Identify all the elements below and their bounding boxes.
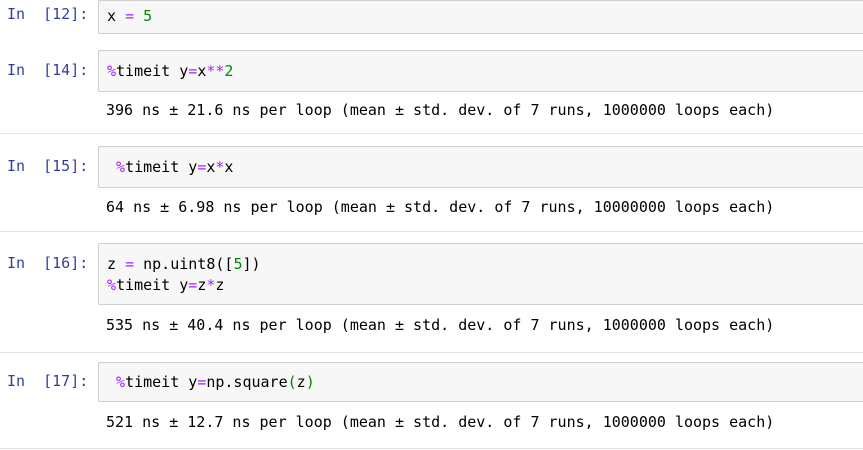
output-text: 396 ns ± 21.6 ns per loop (mean ± std. d…	[106, 101, 775, 119]
code-token: %	[107, 276, 117, 294]
code-token: =	[188, 276, 198, 294]
code-line: x = 5	[107, 6, 152, 26]
code-token: x	[107, 7, 126, 25]
input-prompt: In [17]:	[7, 372, 89, 390]
code-line: %timeit y=z*z	[107, 275, 224, 295]
code-token: )	[305, 373, 315, 391]
code-token: %	[116, 373, 126, 391]
output-text: 64 ns ± 6.98 ns per loop (mean ± std. de…	[106, 198, 775, 216]
code-token: =	[125, 7, 135, 25]
input-prompt: In [15]:	[7, 157, 89, 175]
code-token: =	[188, 62, 198, 80]
code-token: np.uint8([	[134, 255, 234, 273]
cell-divider	[0, 231, 863, 232]
code-token: timeit y	[125, 158, 198, 176]
code-token: z	[107, 255, 126, 273]
code-token: (	[287, 373, 297, 391]
input-prompt: In [16]:	[7, 254, 89, 272]
code-token: np.square	[206, 373, 288, 391]
code-token: %	[107, 62, 117, 80]
code-token: ])	[242, 255, 261, 273]
cell-divider	[0, 448, 863, 449]
code-input-area[interactable]: z = np.uint8([5]) %timeit y=z*z	[98, 243, 863, 305]
input-prompt: In [12]:	[7, 5, 89, 23]
code-line: %timeit y=x*x	[107, 157, 233, 177]
code-token: 2	[224, 62, 234, 80]
code-input-area[interactable]: x = 5	[98, 0, 863, 34]
code-token: x	[197, 62, 207, 80]
cell-divider	[0, 352, 863, 353]
code-input-area[interactable]: %timeit y=np.square(z)	[98, 362, 863, 402]
output-text: 521 ns ± 12.7 ns per loop (mean ± std. d…	[106, 413, 775, 431]
cell-divider	[0, 133, 863, 134]
code-token: timeit y	[116, 62, 189, 80]
code-token: timeit y	[116, 276, 189, 294]
code-token: x	[224, 158, 234, 176]
code-line: %timeit y=np.square(z)	[107, 372, 315, 392]
code-token: **	[206, 62, 225, 80]
code-token: =	[197, 158, 207, 176]
code-token: =	[125, 255, 135, 273]
code-input-area[interactable]: %timeit y=x**2	[98, 50, 863, 92]
code-token: z	[215, 276, 225, 294]
code-line: z = np.uint8([5])	[107, 254, 261, 274]
input-prompt: In [14]:	[7, 61, 89, 79]
code-token: 5	[143, 7, 153, 25]
code-line: %timeit y=x**2	[107, 61, 233, 81]
code-token: =	[197, 373, 207, 391]
output-text: 535 ns ± 40.4 ns per loop (mean ± std. d…	[106, 316, 775, 334]
code-token: %	[116, 158, 126, 176]
code-input-area[interactable]: %timeit y=x*x	[98, 146, 863, 188]
code-token: z	[296, 373, 306, 391]
code-token: timeit y	[125, 373, 198, 391]
code-token: z	[197, 276, 207, 294]
